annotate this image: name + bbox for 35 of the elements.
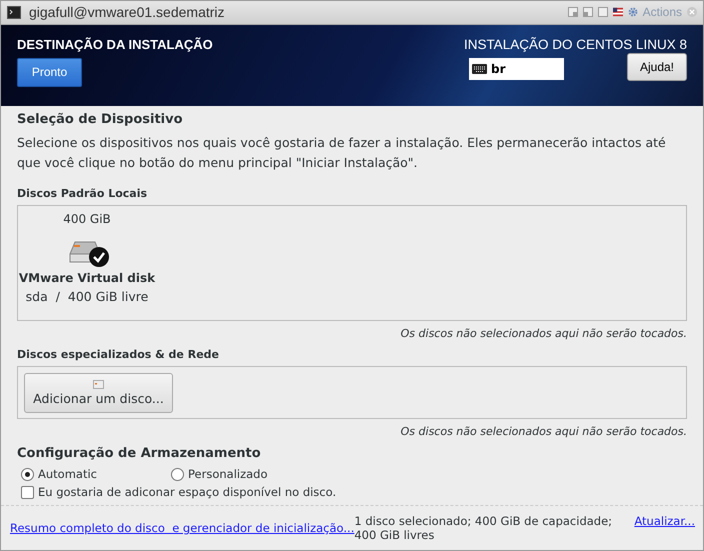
refresh-link[interactable]: Atualizar... xyxy=(634,514,695,542)
help-button[interactable]: Ajuda! xyxy=(627,52,687,81)
keyboard-icon xyxy=(472,64,487,74)
description-text: Selecione os dispositivos nos quais você gostaria de fazer a instalação. Eles permanecerão intactos até que você clique no botão do menu principal "Iniciar Instalação". xyxy=(17,134,667,172)
product-title: INSTALAÇÃO DO CENTOS LINUX 8 xyxy=(464,36,687,52)
radio-label: Personalizado xyxy=(188,467,268,482)
status-text: 1 disco selecionado; 400 GiB de capacidade; 400 GiB livres xyxy=(354,514,614,542)
summary-link[interactable]: Resumo completo do disco e gerenciador de inicialização... xyxy=(10,521,354,536)
section-heading: Configuração de Armazenamento xyxy=(17,446,262,462)
radio-button[interactable] xyxy=(171,468,184,481)
window-icon[interactable] xyxy=(582,7,593,18)
page-title: DESTINAÇÃO DA INSTALAÇÃO xyxy=(17,36,213,52)
checkbox[interactable] xyxy=(21,486,34,499)
disk-details: sda / 400 GiB livre xyxy=(26,289,148,304)
close-icon[interactable] xyxy=(687,7,697,18)
disk-tile[interactable]: 400 GiB VMware Virtual disk sda / 400 GiB livre xyxy=(18,206,156,320)
disk-name: VMware Virtual disk xyxy=(18,271,156,286)
note-text: Os discos não selecionados aqui não serão tocados. xyxy=(400,327,687,340)
gear-icon[interactable] xyxy=(628,7,638,18)
disk-size: 400 GiB xyxy=(63,212,111,226)
window-title: gigafull@vmware01.sedematriz xyxy=(29,4,226,20)
checkbox-label: Eu gostaria de adiconar espaço disponível no disco. xyxy=(38,485,336,500)
radio-label: Automatic xyxy=(38,467,97,482)
section-label: Discos Padrão Locais xyxy=(17,187,148,200)
flag-icon[interactable] xyxy=(612,7,623,18)
terminal-icon xyxy=(7,6,21,19)
keyboard-layout-field[interactable]: br xyxy=(469,58,564,80)
window-icon[interactable] xyxy=(568,7,578,18)
done-button[interactable]: Pronto xyxy=(17,58,82,87)
radio-button[interactable] xyxy=(21,468,34,481)
add-disk-button[interactable]: Adicionar um disco... xyxy=(24,372,173,413)
note-text: Os discos não selecionados aqui não serão tocados. xyxy=(400,425,687,438)
section-heading: Seleção de Dispositivo xyxy=(17,112,184,128)
maximize-icon[interactable] xyxy=(598,7,608,18)
section-label: Discos especializados & de Rede xyxy=(17,348,220,362)
